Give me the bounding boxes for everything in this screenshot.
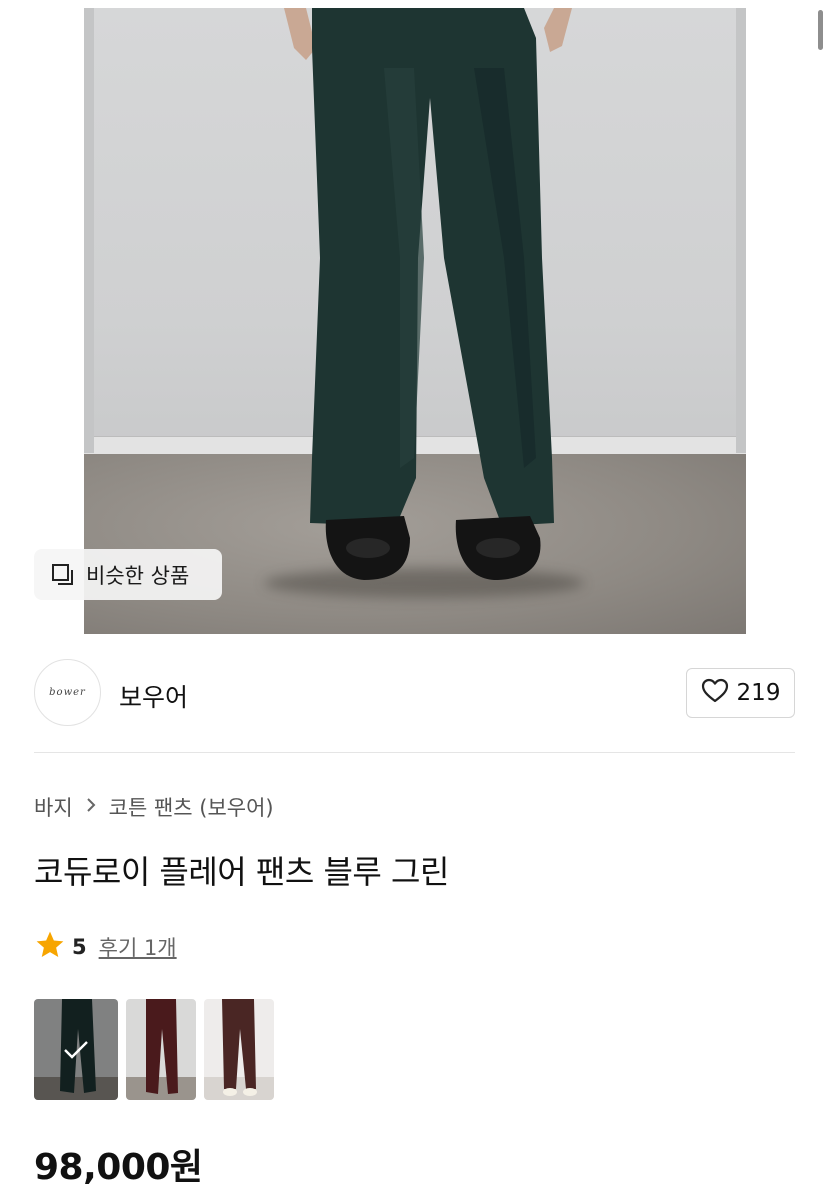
like-button[interactable]: 219	[686, 668, 795, 718]
heart-icon	[701, 678, 729, 708]
product-image-area[interactable]: 비슷한 상품	[0, 0, 829, 634]
rating-row: 5 후기 1개	[34, 929, 177, 965]
chevron-right-icon	[85, 797, 97, 818]
scrollbar[interactable]	[818, 10, 823, 50]
variant-thumb-burgundy[interactable]	[126, 999, 196, 1100]
similar-items-icon	[50, 562, 76, 588]
shop-name[interactable]: 보우어	[119, 678, 188, 714]
product-title: 코듀로이 플레어 팬츠 블루 그린	[34, 853, 449, 891]
like-count: 219	[736, 680, 781, 706]
variant-thumbnails	[34, 999, 274, 1100]
variant-thumb-blue-green[interactable]	[34, 999, 118, 1100]
variant-thumb-brown[interactable]	[204, 999, 274, 1100]
breadcrumb-subcategory[interactable]: 코튼 팬츠 (보우어)	[109, 792, 274, 822]
shop-row: bower 보우어 219	[34, 658, 795, 728]
similar-products-button[interactable]: 비슷한 상품	[34, 549, 222, 600]
shop-logo-text: bower	[49, 687, 86, 698]
star-icon	[34, 929, 66, 965]
breadcrumb: 바지 코튼 팬츠 (보우어)	[34, 792, 274, 822]
divider	[34, 752, 795, 753]
rating-score: 5	[72, 935, 87, 959]
selected-check-icon	[34, 999, 118, 1100]
reviews-link[interactable]: 후기 1개	[99, 932, 177, 962]
product-photo	[84, 8, 746, 634]
breadcrumb-category[interactable]: 바지	[34, 792, 73, 822]
similar-products-label: 비슷한 상품	[86, 563, 190, 588]
product-price: 98,000원	[34, 1147, 203, 1188]
shop-logo[interactable]: bower	[34, 659, 101, 726]
